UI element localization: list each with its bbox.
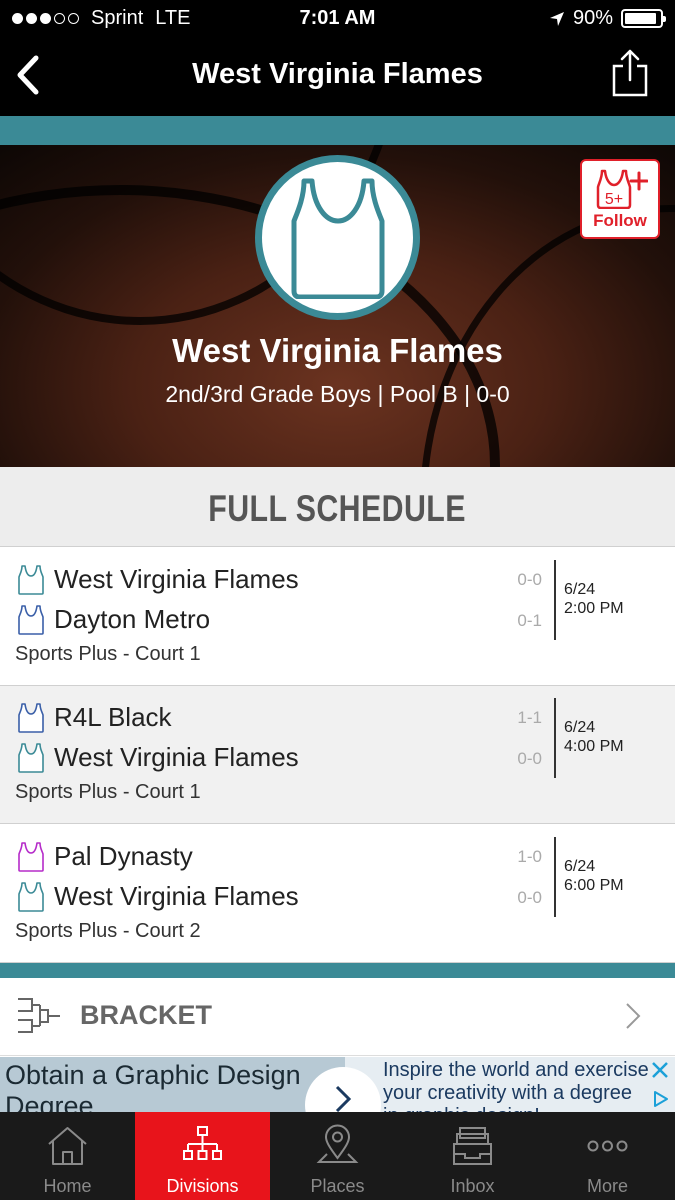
game-date: 6/24 (564, 581, 596, 598)
jersey-icon (291, 178, 384, 299)
inbox-icon (453, 1127, 492, 1165)
divider (554, 698, 556, 778)
chevron-right-icon (335, 1085, 352, 1112)
team-hero: 5+ Follow West Virginia Flames 2nd/3rd G… (0, 145, 675, 467)
game-row[interactable]: West Virginia Flames 0-0 Dayton Metro 0-… (0, 548, 675, 686)
team-name: Dayton Metro (54, 604, 211, 634)
team-subtitle: 2nd/3rd Grade Boys | Pool B | 0-0 (165, 381, 510, 407)
more-icon (587, 1140, 628, 1152)
tab-label: Places (310, 1176, 365, 1196)
team-name: R4L Black (54, 702, 172, 732)
team-record: 0-1 (517, 611, 542, 630)
team-jersey-icon (18, 564, 44, 595)
accent-strip (0, 116, 675, 145)
page-title: West Virginia Flames (192, 58, 483, 90)
game-row[interactable]: R4L Black 1-1 West Virginia Flames 0-0 6… (0, 686, 675, 824)
share-icon[interactable] (611, 48, 649, 98)
follow-badge: 5+ (605, 191, 623, 208)
tab-label: Home (43, 1176, 92, 1196)
close-icon[interactable] (649, 1059, 671, 1081)
home-icon (48, 1127, 87, 1165)
accent-strip (0, 963, 675, 978)
ad-banner[interactable]: Obtain a Graphic Design Degree Inspire t… (0, 1057, 675, 1112)
tab-more[interactable]: More (540, 1112, 675, 1200)
team-name: Pal Dynasty (54, 841, 193, 871)
schedule-heading: FULL SCHEDULE (0, 467, 675, 547)
divider (554, 837, 556, 917)
game-court: Sports Plus - Court 2 (15, 920, 201, 942)
tab-home[interactable]: Home (0, 1112, 135, 1200)
tab-label: Divisions (166, 1176, 239, 1196)
game-time: 2:00 PM (564, 600, 624, 617)
ad-title: Obtain a Graphic Design Degree (5, 1060, 301, 1112)
game-date: 6/24 (564, 858, 596, 875)
adchoices-icon[interactable] (651, 1089, 671, 1109)
team-logo (255, 155, 420, 320)
team-record: 0-0 (517, 749, 542, 768)
team-name: West Virginia Flames (54, 881, 299, 911)
bracket-row[interactable]: BRACKET (0, 978, 675, 1056)
divider (554, 560, 556, 640)
chevron-right-icon (626, 1003, 641, 1029)
team-name: West Virginia Flames (172, 332, 503, 369)
team-record: 0-0 (517, 570, 542, 589)
game-date: 6/24 (564, 719, 596, 736)
bracket-label: BRACKET (80, 1000, 212, 1030)
schedule-heading-text: FULL SCHEDULE (208, 488, 467, 529)
team-record: 1-0 (517, 847, 542, 866)
game-court: Sports Plus - Court 1 (15, 643, 201, 665)
team-jersey-icon (18, 604, 44, 635)
tab-label: Inbox (450, 1176, 495, 1196)
bracket-icon (18, 998, 60, 1033)
follow-button[interactable]: 5+ Follow (580, 159, 660, 239)
team-jersey-icon (18, 841, 44, 872)
team-name: West Virginia Flames (54, 564, 299, 594)
follow-jersey-icon: 5+ (596, 169, 648, 209)
game-court: Sports Plus - Court 1 (15, 781, 201, 803)
follow-label: Follow (593, 211, 647, 230)
tab-inbox[interactable]: Inbox (405, 1112, 540, 1200)
game-row[interactable]: Pal Dynasty 1-0 West Virginia Flames 0-0… (0, 825, 675, 963)
battery-icon (621, 9, 666, 28)
tab-label: More (586, 1176, 628, 1196)
team-jersey-icon (18, 702, 44, 733)
team-jersey-icon (18, 881, 44, 912)
team-jersey-icon (18, 742, 44, 773)
tab-divisions[interactable]: Divisions (135, 1112, 270, 1200)
team-record: 0-0 (517, 888, 542, 907)
game-time: 6:00 PM (564, 877, 624, 894)
tab-bar: Home Divisions Places Inbox More (0, 1112, 675, 1200)
places-icon (316, 1124, 359, 1163)
game-time: 4:00 PM (564, 738, 624, 755)
nav-bar: West Virginia Flames (0, 38, 675, 116)
status-bar: Sprint LTE 7:01 AM 90% (0, 0, 675, 38)
tab-places[interactable]: Places (270, 1112, 405, 1200)
location-arrow-icon (549, 11, 564, 26)
team-name: West Virginia Flames (54, 742, 299, 772)
team-record: 1-1 (517, 708, 542, 727)
battery-percent: 90% (572, 7, 613, 29)
ad-text: Inspire the world and exercise your crea… (383, 1059, 649, 1112)
divisions-icon (183, 1126, 222, 1160)
